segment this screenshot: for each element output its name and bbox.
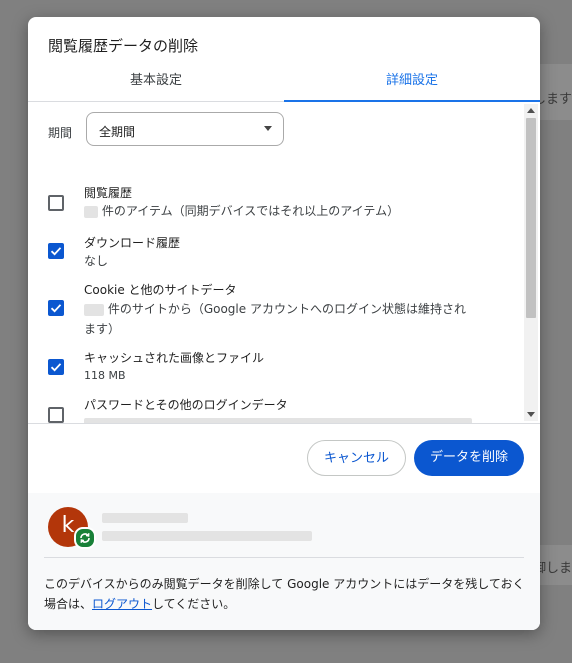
- item-title: ダウンロード履歴: [84, 236, 181, 250]
- period-select-value: 全期間: [99, 125, 136, 139]
- checkbox-cache[interactable]: [48, 359, 64, 375]
- clear-browsing-data-dialog: 閲覧履歴データの削除 基本設定 詳細設定 期間 全期間 閲覧履歴 件のアイテム（…: [28, 17, 540, 630]
- redacted-account-email: [102, 531, 312, 541]
- delete-data-button[interactable]: データを削除: [414, 440, 524, 476]
- redacted-count: [84, 303, 104, 316]
- period-select[interactable]: 全期間: [86, 112, 284, 146]
- tab-basic[interactable]: 基本設定: [28, 68, 284, 101]
- redacted-account-name: [102, 513, 188, 523]
- scroll-up-arrow-icon[interactable]: [527, 108, 535, 113]
- scroll-down-arrow-icon[interactable]: [527, 412, 535, 417]
- item-description: 件のサイトから（Google アカウントへのログイン状態は維持され ます）: [84, 302, 466, 336]
- item-title: キャッシュされた画像とファイル: [84, 351, 265, 365]
- item-description: なし: [84, 254, 109, 268]
- item-description: 118 MB: [84, 369, 126, 382]
- check-icon: [50, 304, 62, 313]
- item-title: 閲覧履歴: [84, 186, 133, 200]
- checkbox-cookies[interactable]: [48, 300, 64, 316]
- settings-list: 期間 全期間 閲覧履歴 件のアイテム（同期デバイスではそれ以上のアイテム） ダウ…: [28, 102, 540, 423]
- period-label: 期間: [48, 126, 73, 140]
- checkbox-passwords[interactable]: [48, 407, 64, 423]
- dialog-title: 閲覧履歴データの削除: [48, 37, 199, 55]
- account-divider: [44, 557, 524, 558]
- content-divider: [28, 423, 540, 424]
- item-title: パスワードとその他のログインデータ: [84, 398, 288, 412]
- account-section: k このデバイスからのみ閲覧データを削除して Google アカウントにはデータ…: [28, 493, 540, 630]
- sync-icon: [74, 527, 96, 549]
- cancel-button[interactable]: キャンセル: [307, 440, 406, 476]
- scrollbar[interactable]: [524, 104, 538, 421]
- chevron-down-icon: [264, 126, 272, 131]
- scroll-thumb[interactable]: [526, 118, 536, 318]
- item-title: Cookie と他のサイトデータ: [84, 283, 237, 297]
- checkbox-browsing-history[interactable]: [48, 195, 64, 211]
- check-icon: [50, 247, 62, 256]
- sign-out-link[interactable]: ログアウト: [92, 597, 152, 611]
- check-icon: [50, 363, 62, 372]
- sign-out-note: このデバイスからのみ閲覧データを削除して Google アカウントにはデータを残…: [44, 577, 525, 611]
- item-description: 件のアイテム（同期デバイスではそれ以上のアイテム）: [84, 201, 399, 221]
- tab-bar: 基本設定 詳細設定: [28, 68, 540, 102]
- tab-advanced[interactable]: 詳細設定: [284, 68, 540, 101]
- redacted-count: [84, 205, 98, 218]
- checkbox-download-history[interactable]: [48, 243, 64, 259]
